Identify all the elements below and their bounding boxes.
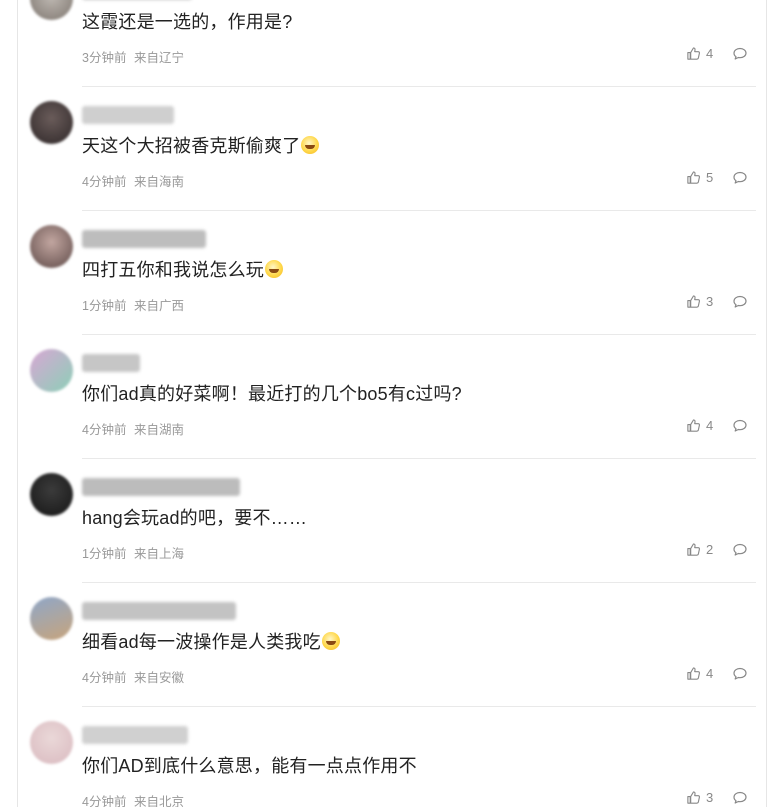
comment-bubble-icon[interactable] [732, 46, 748, 62]
username[interactable] [82, 354, 140, 372]
comment-location: 来自广西 [133, 299, 184, 313]
like-count: 4 [706, 418, 714, 433]
comment-text: 四打五你和我说怎么玩 [82, 256, 283, 282]
comment-location: 来自海南 [133, 175, 184, 189]
comment-bubble-icon[interactable] [732, 418, 748, 434]
comment-bubble-icon[interactable] [732, 170, 748, 186]
like-count: 5 [706, 170, 714, 185]
comment-meta: 1分钟前 来自上海 [82, 543, 188, 562]
avatar[interactable] [30, 473, 73, 516]
comment-item: 你们ad真的好菜啊！最近打的几个bo5有c过吗? 4分钟前 来自湖南 4 [18, 335, 766, 459]
comment-item: hang会玩ad的吧，要不…… 1分钟前 来自上海 2 [18, 459, 766, 583]
comment-time: 4分钟前 [82, 175, 127, 189]
like-button[interactable]: 5 [686, 170, 713, 185]
comment-meta: 4分钟前 来自安徽 [82, 667, 188, 686]
comment-meta: 1分钟前 来自广西 [82, 295, 188, 314]
comment-list: 这霞还是一选的，作用是? 3分钟前 来自辽宁 4 天这个大招被香克斯偷爽了 4分… [17, 0, 767, 807]
like-button[interactable]: 4 [686, 418, 713, 433]
comment-meta: 4分钟前 来自湖南 [82, 419, 188, 438]
comment-text: 细看ad每一波操作是人类我吃 [82, 628, 340, 654]
avatar[interactable] [30, 721, 73, 764]
comment-meta: 4分钟前 来自北京 [82, 791, 188, 807]
comment-text: 你们ad真的好菜啊！最近打的几个bo5有c过吗? [82, 384, 462, 404]
comment-location: 来自上海 [133, 547, 184, 561]
comment-time: 1分钟前 [82, 299, 127, 313]
comment-time: 3分钟前 [82, 51, 127, 65]
comment-text: 你们AD到底什么意思，能有一点点作用不 [82, 756, 417, 776]
comment-bubble-icon[interactable] [732, 542, 748, 558]
like-count: 3 [706, 790, 714, 805]
thumbs-up-icon [686, 294, 701, 309]
avatar[interactable] [30, 597, 73, 640]
like-count: 4 [706, 666, 714, 681]
comment-meta: 3分钟前 来自辽宁 [82, 47, 188, 66]
comment-item: 细看ad每一波操作是人类我吃 4分钟前 来自安徽 4 [18, 583, 766, 707]
like-button[interactable]: 3 [686, 790, 713, 805]
like-button[interactable]: 3 [686, 294, 713, 309]
emoji-icon [301, 136, 320, 154]
comment-location: 来自安徽 [133, 671, 184, 685]
comment-time: 4分钟前 [82, 671, 127, 685]
comment-time: 4分钟前 [82, 423, 127, 437]
emoji-icon [265, 260, 283, 278]
thumbs-up-icon [686, 666, 701, 681]
avatar[interactable] [30, 225, 73, 268]
comment-bubble-icon[interactable] [732, 294, 748, 310]
username[interactable] [82, 230, 206, 248]
comment-bubble-icon[interactable] [732, 666, 748, 682]
comment-location: 来自北京 [133, 795, 184, 807]
comment-text: hang会玩ad的吧，要不…… [82, 508, 308, 528]
thumbs-up-icon [686, 790, 701, 805]
comment-text: 这霞还是一选的，作用是? [82, 12, 293, 32]
username[interactable] [82, 478, 240, 496]
comment-time: 1分钟前 [82, 547, 127, 561]
comment-location: 来自辽宁 [133, 51, 184, 65]
like-count: 3 [706, 294, 714, 309]
avatar[interactable] [30, 349, 73, 392]
comment-location: 来自湖南 [133, 423, 184, 437]
comment-meta: 4分钟前 来自海南 [82, 171, 188, 190]
like-button[interactable]: 2 [686, 542, 713, 557]
comment-item: 四打五你和我说怎么玩 1分钟前 来自广西 3 [18, 211, 766, 335]
thumbs-up-icon [686, 170, 701, 185]
emoji-icon [321, 632, 340, 650]
thumbs-up-icon [686, 542, 701, 557]
thumbs-up-icon [686, 46, 701, 61]
like-count: 4 [706, 46, 714, 61]
avatar[interactable] [30, 101, 73, 144]
username[interactable] [82, 106, 174, 124]
like-button[interactable]: 4 [686, 46, 713, 61]
comment-bubble-icon[interactable] [732, 790, 748, 806]
comment-item: 这霞还是一选的，作用是? 3分钟前 来自辽宁 4 [18, 0, 766, 87]
like-count: 2 [706, 542, 714, 557]
comment-time: 4分钟前 [82, 795, 127, 807]
comment-text: 天这个大招被香克斯偷爽了 [82, 132, 320, 158]
username[interactable] [82, 726, 188, 744]
username[interactable] [82, 602, 236, 620]
avatar[interactable] [30, 0, 73, 20]
comment-item: 天这个大招被香克斯偷爽了 4分钟前 来自海南 5 [18, 87, 766, 211]
like-button[interactable]: 4 [686, 666, 713, 681]
comment-item: 你们AD到底什么意思，能有一点点作用不 4分钟前 来自北京 3 [18, 707, 766, 807]
thumbs-up-icon [686, 418, 701, 433]
